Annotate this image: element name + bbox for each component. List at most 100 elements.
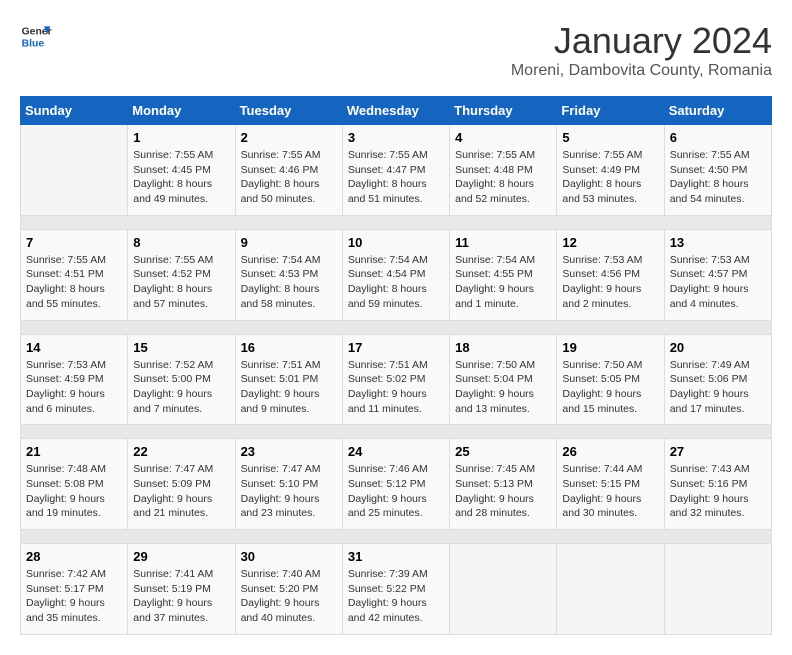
day-info: Sunrise: 7:47 AMSunset: 5:10 PMDaylight:… [241, 462, 337, 521]
calendar-cell: 10 Sunrise: 7:54 AMSunset: 4:54 PMDayligh… [342, 229, 449, 320]
calendar-cell: 17 Sunrise: 7:51 AMSunset: 5:02 PMDayligh… [342, 334, 449, 425]
day-info: Sunrise: 7:53 AMSunset: 4:56 PMDaylight:… [562, 253, 658, 312]
day-number: 7 [26, 235, 122, 250]
calendar-cell: 6 Sunrise: 7:55 AMSunset: 4:50 PMDaylight… [664, 125, 771, 216]
separator-cell [21, 215, 772, 229]
separator-cell [21, 320, 772, 334]
day-number: 13 [670, 235, 766, 250]
day-info: Sunrise: 7:52 AMSunset: 5:00 PMDaylight:… [133, 358, 229, 417]
weekday-header-wednesday: Wednesday [342, 97, 449, 125]
calendar-cell: 14Sunrise: 7:53 AMSunset: 4:59 PMDayligh… [21, 334, 128, 425]
separator-cell [21, 530, 772, 544]
day-number: 8 [133, 235, 229, 250]
calendar-cell [664, 544, 771, 635]
day-info: Sunrise: 7:46 AMSunset: 5:12 PMDaylight:… [348, 462, 444, 521]
svg-text:Blue: Blue [22, 38, 45, 49]
day-info: Sunrise: 7:48 AMSunset: 5:08 PMDaylight:… [26, 462, 122, 521]
day-number: 5 [562, 130, 658, 145]
weekday-header-sunday: Sunday [21, 97, 128, 125]
location: Moreni, Dambovita County, Romania [511, 62, 772, 80]
day-info: Sunrise: 7:41 AMSunset: 5:19 PMDaylight:… [133, 567, 229, 626]
weekday-header-monday: Monday [128, 97, 235, 125]
page-header: General Blue January 2024 Moreni, Dambov… [20, 20, 772, 80]
day-number: 3 [348, 130, 444, 145]
calendar-cell: 1Sunrise: 7:55 AMSunset: 4:45 PMDaylight… [128, 125, 235, 216]
day-number: 22 [133, 444, 229, 459]
calendar-cell: 29Sunrise: 7:41 AMSunset: 5:19 PMDayligh… [128, 544, 235, 635]
calendar-cell [557, 544, 664, 635]
day-number: 15 [133, 340, 229, 355]
week-row-2: 7 Sunrise: 7:55 AMSunset: 4:51 PMDaylight… [21, 229, 772, 320]
week-separator [21, 215, 772, 229]
calendar-cell: 5 Sunrise: 7:55 AMSunset: 4:49 PMDaylight… [557, 125, 664, 216]
day-info: Sunrise: 7:55 AMSunset: 4:52 PMDaylight:… [133, 253, 229, 312]
calendar-cell: 4Sunrise: 7:55 AMSunset: 4:48 PMDaylight… [450, 125, 557, 216]
day-number: 28 [26, 549, 122, 564]
calendar-cell: 18 Sunrise: 7:50 AMSunset: 5:04 PMDayligh… [450, 334, 557, 425]
calendar-cell: 19Sunrise: 7:50 AMSunset: 5:05 PMDayligh… [557, 334, 664, 425]
weekday-header-friday: Friday [557, 97, 664, 125]
day-number: 27 [670, 444, 766, 459]
calendar-cell: 15 Sunrise: 7:52 AMSunset: 5:00 PMDayligh… [128, 334, 235, 425]
calendar-table: SundayMondayTuesdayWednesdayThursdayFrid… [20, 96, 772, 635]
calendar-cell: 22 Sunrise: 7:47 AMSunset: 5:09 PMDayligh… [128, 439, 235, 530]
day-number: 26 [562, 444, 658, 459]
calendar-cell: 12 Sunrise: 7:53 AMSunset: 4:56 PMDayligh… [557, 229, 664, 320]
day-number: 17 [348, 340, 444, 355]
calendar-cell: 21 Sunrise: 7:48 AMSunset: 5:08 PMDayligh… [21, 439, 128, 530]
day-number: 12 [562, 235, 658, 250]
week-separator [21, 320, 772, 334]
day-info: Sunrise: 7:51 AMSunset: 5:02 PMDaylight:… [348, 358, 444, 417]
logo: General Blue [20, 20, 52, 52]
calendar-cell [450, 544, 557, 635]
calendar-cell: 20Sunrise: 7:49 AMSunset: 5:06 PMDayligh… [664, 334, 771, 425]
week-row-1: 1Sunrise: 7:55 AMSunset: 4:45 PMDaylight… [21, 125, 772, 216]
day-info: Sunrise: 7:39 AMSunset: 5:22 PMDaylight:… [348, 567, 444, 626]
calendar-cell: 31 Sunrise: 7:39 AMSunset: 5:22 PMDayligh… [342, 544, 449, 635]
day-number: 19 [562, 340, 658, 355]
day-info: Sunrise: 7:43 AMSunset: 5:16 PMDaylight:… [670, 462, 766, 521]
day-info: Sunrise: 7:44 AMSunset: 5:15 PMDaylight:… [562, 462, 658, 521]
calendar-cell: 16 Sunrise: 7:51 AMSunset: 5:01 PMDayligh… [235, 334, 342, 425]
weekday-header-saturday: Saturday [664, 97, 771, 125]
calendar-cell: 11Sunrise: 7:54 AMSunset: 4:55 PMDayligh… [450, 229, 557, 320]
title-block: January 2024 Moreni, Dambovita County, R… [511, 20, 772, 80]
calendar-cell: 9 Sunrise: 7:54 AMSunset: 4:53 PMDaylight… [235, 229, 342, 320]
weekday-header-row: SundayMondayTuesdayWednesdayThursdayFrid… [21, 97, 772, 125]
day-info: Sunrise: 7:54 AMSunset: 4:53 PMDaylight:… [241, 253, 337, 312]
day-info: Sunrise: 7:54 AMSunset: 4:55 PMDaylight:… [455, 253, 551, 312]
day-info: Sunrise: 7:47 AMSunset: 5:09 PMDaylight:… [133, 462, 229, 521]
calendar-cell: 23 Sunrise: 7:47 AMSunset: 5:10 PMDayligh… [235, 439, 342, 530]
day-info: Sunrise: 7:55 AMSunset: 4:50 PMDaylight:… [670, 148, 766, 207]
calendar-cell: 2Sunrise: 7:55 AMSunset: 4:46 PMDaylight… [235, 125, 342, 216]
weekday-header-tuesday: Tuesday [235, 97, 342, 125]
day-number: 21 [26, 444, 122, 459]
day-info: Sunrise: 7:55 AMSunset: 4:47 PMDaylight:… [348, 148, 444, 207]
calendar-cell: 24Sunrise: 7:46 AMSunset: 5:12 PMDayligh… [342, 439, 449, 530]
day-number: 30 [241, 549, 337, 564]
calendar-cell: 25Sunrise: 7:45 AMSunset: 5:13 PMDayligh… [450, 439, 557, 530]
weekday-header-thursday: Thursday [450, 97, 557, 125]
week-row-3: 14Sunrise: 7:53 AMSunset: 4:59 PMDayligh… [21, 334, 772, 425]
day-number: 4 [455, 130, 551, 145]
day-info: Sunrise: 7:50 AMSunset: 5:04 PMDaylight:… [455, 358, 551, 417]
day-number: 23 [241, 444, 337, 459]
day-number: 6 [670, 130, 766, 145]
week-row-5: 28Sunrise: 7:42 AMSunset: 5:17 PMDayligh… [21, 544, 772, 635]
calendar-cell [21, 125, 128, 216]
calendar-cell: 28Sunrise: 7:42 AMSunset: 5:17 PMDayligh… [21, 544, 128, 635]
day-number: 16 [241, 340, 337, 355]
day-number: 10 [348, 235, 444, 250]
day-info: Sunrise: 7:55 AMSunset: 4:51 PMDaylight:… [26, 253, 122, 312]
day-info: Sunrise: 7:45 AMSunset: 5:13 PMDaylight:… [455, 462, 551, 521]
day-info: Sunrise: 7:49 AMSunset: 5:06 PMDaylight:… [670, 358, 766, 417]
day-info: Sunrise: 7:51 AMSunset: 5:01 PMDaylight:… [241, 358, 337, 417]
day-number: 9 [241, 235, 337, 250]
day-number: 18 [455, 340, 551, 355]
day-info: Sunrise: 7:55 AMSunset: 4:49 PMDaylight:… [562, 148, 658, 207]
day-number: 31 [348, 549, 444, 564]
calendar-cell: 13Sunrise: 7:53 AMSunset: 4:57 PMDayligh… [664, 229, 771, 320]
day-info: Sunrise: 7:54 AMSunset: 4:54 PMDaylight:… [348, 253, 444, 312]
month-title: January 2024 [511, 20, 772, 62]
separator-cell [21, 425, 772, 439]
